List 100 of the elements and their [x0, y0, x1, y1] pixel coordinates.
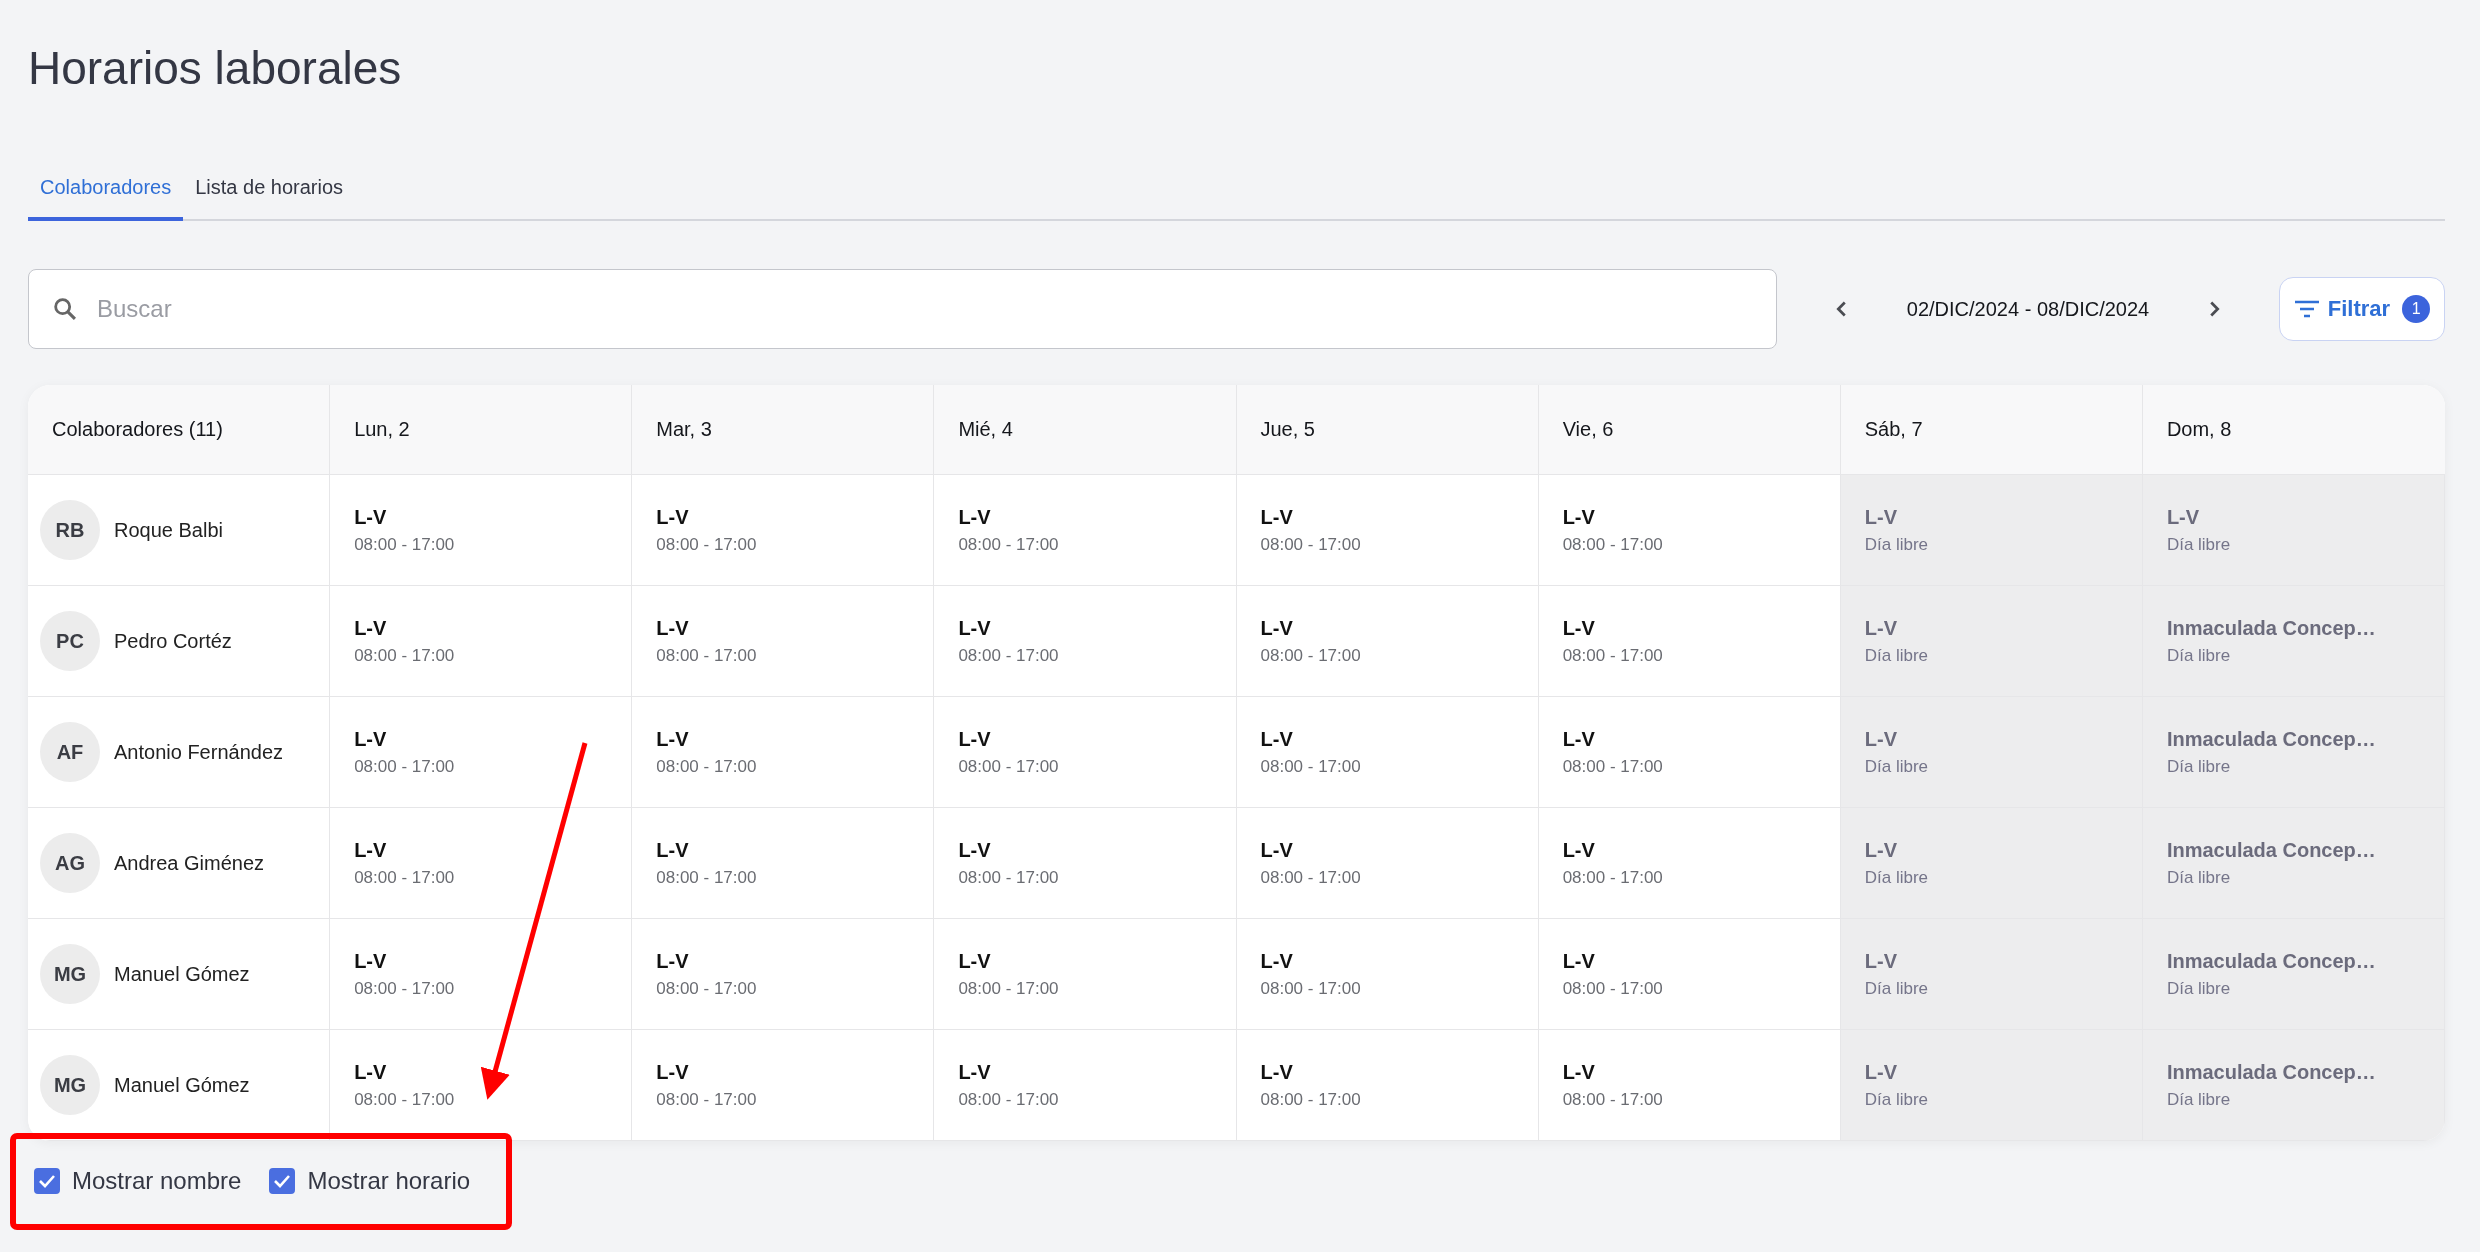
tab[interactable]: Lista de horarios: [183, 162, 356, 221]
schedule-name: L-V: [958, 949, 992, 973]
schedule-name: L-V: [354, 505, 388, 529]
schedule-name: L-V: [354, 1060, 388, 1084]
schedule-name: L-V: [656, 616, 690, 640]
schedule-hours: 08:00 - 17:00: [1562, 645, 1664, 666]
column-header: Vie, 6: [1538, 385, 1841, 475]
column-header: Jue, 5: [1236, 385, 1539, 475]
date-range: 02/DIC/2024 - 08/DIC/2024: [1905, 297, 2151, 321]
employee-name: Pedro Cortéz: [114, 629, 232, 653]
schedule-name: L-V: [1864, 616, 1898, 640]
schedule-hours: Día libre: [2166, 756, 2232, 777]
schedule-name: L-V: [1260, 616, 1294, 640]
checkbox-label: Mostrar horario: [307, 1167, 471, 1195]
column-header: Colaboradores (11): [28, 385, 331, 475]
employee-name: Manuel Gómez: [114, 1073, 250, 1097]
schedule-hours: Día libre: [1864, 756, 1930, 777]
schedule-name: Inmaculada Concep…: [2166, 1060, 2377, 1084]
avatar: AG: [40, 833, 100, 893]
schedule-hours: 08:00 - 17:00: [958, 645, 1060, 666]
schedule-name: L-V: [354, 838, 388, 862]
schedule-name: L-V: [656, 1060, 690, 1084]
schedule-name: L-V: [1864, 1060, 1898, 1084]
schedule-name: L-V: [2166, 505, 2201, 529]
checkbox[interactable]: [34, 1168, 60, 1194]
schedule-hours: 08:00 - 17:00: [354, 534, 456, 555]
employee-name: Manuel Gómez: [114, 962, 250, 986]
schedule-hours: 08:00 - 17:00: [1562, 867, 1664, 888]
schedule-name: L-V: [1864, 949, 1898, 973]
schedule-hours: Día libre: [2166, 978, 2232, 999]
schedule-hours: Día libre: [1864, 978, 1930, 999]
schedule-name: Inmaculada Concep…: [2166, 727, 2377, 751]
schedule-hours: 08:00 - 17:00: [958, 867, 1060, 888]
avatar: RB: [40, 500, 100, 560]
search-bar[interactable]: Buscar: [28, 269, 1777, 349]
schedule-name: Inmaculada Concep…: [2166, 838, 2377, 862]
schedule-hours: 08:00 - 17:00: [656, 1089, 758, 1110]
schedule-name: L-V: [1864, 505, 1898, 529]
avatar: PC: [40, 611, 100, 671]
schedule-name: L-V: [1260, 1060, 1294, 1084]
checkbox-label: Mostrar nombre: [72, 1167, 242, 1195]
tab[interactable]: Colaboradores: [28, 162, 184, 221]
schedule-hours: 08:00 - 17:00: [1260, 534, 1362, 555]
schedule-hours: 08:00 - 17:00: [1260, 867, 1362, 888]
schedule-name: L-V: [354, 616, 388, 640]
schedule-hours: Día libre: [2166, 867, 2232, 888]
schedule-hours: Día libre: [1864, 1089, 1930, 1110]
schedule-hours: Día libre: [1864, 867, 1930, 888]
page-title: Horarios laborales: [28, 41, 403, 96]
filter-button[interactable]: Filtrar 1: [2279, 277, 2445, 341]
schedule-hours: Día libre: [2166, 1089, 2232, 1110]
schedule-name: L-V: [1864, 838, 1898, 862]
schedule-name: L-V: [958, 727, 992, 751]
schedule-hours: 08:00 - 17:00: [1260, 978, 1362, 999]
schedule-name: L-V: [958, 616, 992, 640]
schedule-hours: Día libre: [1864, 534, 1930, 555]
schedule-hours: Día libre: [2166, 645, 2232, 666]
schedule-hours: Día libre: [2166, 534, 2232, 555]
schedule-name: L-V: [1562, 1060, 1596, 1084]
schedule-hours: 08:00 - 17:00: [958, 978, 1060, 999]
checkbox[interactable]: [269, 1168, 296, 1194]
schedule-name: L-V: [1260, 838, 1294, 862]
employee-name: Antonio Fernández: [114, 740, 283, 764]
schedule-hours: 08:00 - 17:00: [656, 867, 758, 888]
schedule-hours: 08:00 - 17:00: [1260, 756, 1362, 777]
schedule-hours: 08:00 - 17:00: [1562, 534, 1664, 555]
schedule-name: Inmaculada Concep…: [2166, 949, 2377, 973]
schedule-hours: 08:00 - 17:00: [958, 756, 1060, 777]
filter-count: 1: [2402, 295, 2431, 323]
schedule-hours: 08:00 - 17:00: [354, 756, 456, 777]
schedule-name: L-V: [958, 505, 992, 529]
column-header: Mar, 3: [632, 385, 935, 475]
employee-name: Andrea Giménez: [114, 851, 265, 875]
schedule-hours: 08:00 - 17:00: [958, 534, 1060, 555]
schedule-hours: 08:00 - 17:00: [656, 756, 758, 777]
schedule-hours: 08:00 - 17:00: [656, 645, 758, 666]
schedule-name: L-V: [1864, 727, 1898, 751]
filter-icon: [2293, 299, 2320, 319]
schedule-name: L-V: [1562, 616, 1596, 640]
schedule-hours: 08:00 - 17:00: [354, 867, 456, 888]
check-icon: [38, 1174, 56, 1188]
check-icon: [273, 1174, 292, 1188]
schedule-hours: 08:00 - 17:00: [1562, 1089, 1664, 1110]
schedule-name: Inmaculada Concep…: [2166, 616, 2377, 640]
avatar: AF: [40, 722, 100, 782]
schedule-hours: 08:00 - 17:00: [354, 1089, 456, 1110]
schedule-name: L-V: [656, 505, 690, 529]
avatar: MG: [40, 944, 100, 1004]
schedule-hours: 08:00 - 17:00: [1562, 756, 1664, 777]
schedule-name: L-V: [958, 838, 992, 862]
schedule-hours: 08:00 - 17:00: [656, 978, 758, 999]
schedule-name: L-V: [656, 949, 690, 973]
schedule-name: L-V: [354, 727, 388, 751]
schedule-name: L-V: [1260, 949, 1294, 973]
schedule-name: L-V: [1260, 727, 1294, 751]
schedule-name: L-V: [1562, 838, 1596, 862]
search-field[interactable]: Buscar: [95, 294, 1754, 324]
schedule-name: L-V: [1562, 727, 1596, 751]
column-header: Dom, 8: [2142, 385, 2445, 475]
schedule-hours: 08:00 - 17:00: [958, 1089, 1060, 1110]
